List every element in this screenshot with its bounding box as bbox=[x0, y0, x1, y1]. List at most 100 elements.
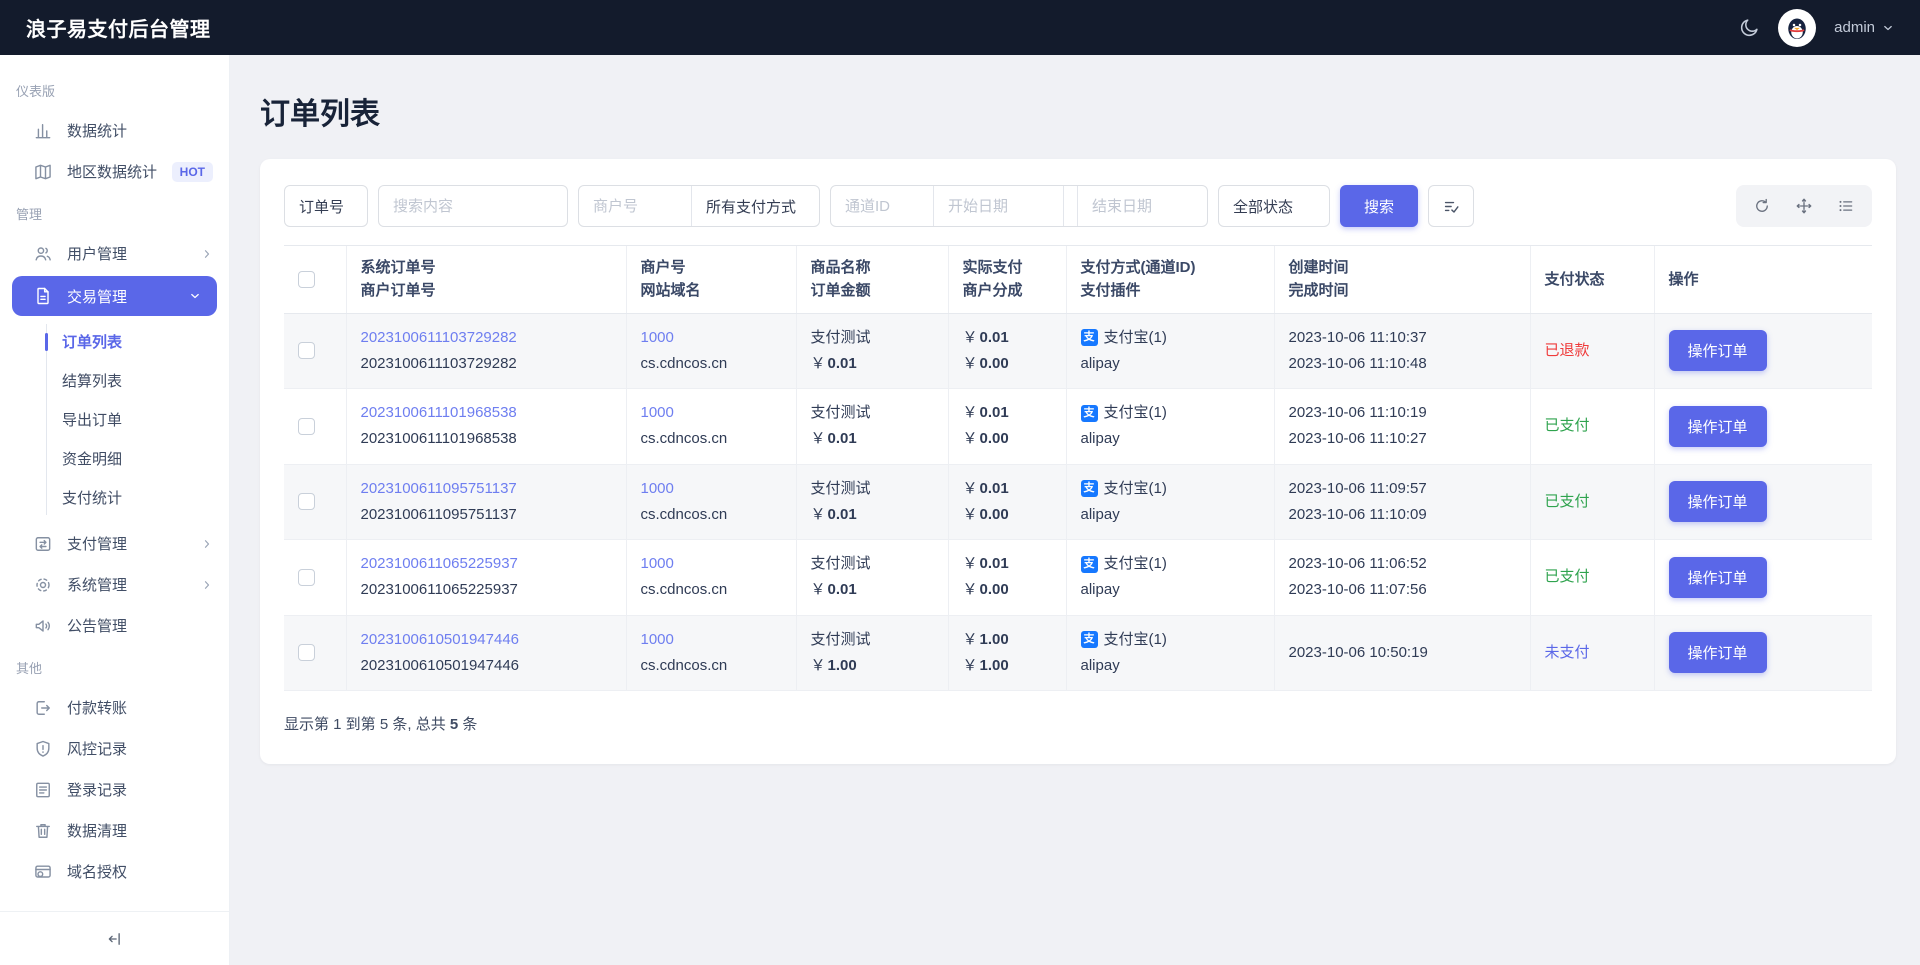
order-amount: ￥ 0.01 bbox=[810, 505, 857, 523]
submenu-order-list[interactable]: 订单列表 bbox=[0, 322, 229, 361]
created-time: 2023-10-06 11:09:57 bbox=[1288, 479, 1427, 497]
completed-time: 2023-10-06 11:07:56 bbox=[1288, 581, 1427, 599]
sidebar-item-region-stats[interactable]: 地区数据统计 HOT bbox=[0, 151, 229, 192]
merch-order: 2023100611103729282 bbox=[360, 354, 517, 372]
keyword-input[interactable] bbox=[378, 185, 568, 227]
user-menu[interactable]: admin bbox=[1834, 19, 1894, 36]
advanced-filter-button[interactable] bbox=[1428, 185, 1475, 227]
user-avatar[interactable] bbox=[1778, 8, 1817, 47]
site-domain: cs.cdncos.cn bbox=[640, 430, 728, 448]
sidebar-item-data-clean[interactable]: 数据清理 bbox=[0, 810, 229, 851]
row-checkbox[interactable] bbox=[298, 568, 315, 586]
shield-icon bbox=[33, 739, 53, 759]
sys-order-link[interactable]: 2023100610501947446 bbox=[361, 627, 612, 653]
sidebar-item-pay-manage[interactable]: 支付管理 bbox=[0, 523, 229, 564]
sys-order-link[interactable]: 2023100611103729282 bbox=[361, 325, 612, 351]
alipay-icon: 支 bbox=[1080, 404, 1098, 422]
merchant-input[interactable] bbox=[579, 186, 691, 226]
sidebar-item-label: 登录记录 bbox=[67, 782, 128, 799]
sys-order-link[interactable]: 2023100611095751137 bbox=[361, 476, 612, 502]
sidebar-item-risk-log[interactable]: 风控记录 bbox=[0, 728, 229, 769]
sidebar: 仪表版 数据统计 地区数据统计 HOT 管理 用户管理 交易管理 订单列表 结算… bbox=[0, 55, 230, 965]
col-sys-order: 系统订单号 bbox=[360, 259, 436, 276]
operate-order-button[interactable]: 操作订单 bbox=[1668, 330, 1767, 372]
merchant-id-link[interactable]: 1000 bbox=[641, 551, 782, 577]
pay-method-select[interactable]: 所有支付方式 bbox=[691, 186, 819, 226]
transfer-icon bbox=[33, 534, 53, 554]
hot-badge: HOT bbox=[171, 161, 213, 182]
filter-icon bbox=[1442, 197, 1461, 216]
table-row: 2023100611103729282 2023100611103729282 … bbox=[284, 313, 1872, 389]
refresh-icon[interactable] bbox=[1742, 189, 1782, 223]
submenu-export-orders[interactable]: 导出订单 bbox=[0, 400, 229, 439]
pay-plugin: alipay bbox=[1080, 505, 1120, 523]
submenu-label: 资金明细 bbox=[62, 451, 123, 468]
document-icon bbox=[33, 286, 53, 306]
created-time: 2023-10-06 10:50:19 bbox=[1288, 643, 1428, 661]
channel-id-input[interactable] bbox=[831, 186, 933, 226]
search-button[interactable]: 搜索 bbox=[1340, 185, 1419, 227]
submenu-fund-detail[interactable]: 资金明细 bbox=[0, 439, 229, 478]
end-date-input[interactable] bbox=[1077, 186, 1207, 226]
payout-icon bbox=[33, 698, 53, 718]
columns-list-icon[interactable] bbox=[1826, 189, 1866, 223]
submenu-pay-stats[interactable]: 支付统计 bbox=[0, 478, 229, 517]
alipay-icon: 支 bbox=[1080, 480, 1098, 498]
order-field-select[interactable]: 订单号 bbox=[284, 185, 368, 227]
submenu-settle-list[interactable]: 结算列表 bbox=[0, 361, 229, 400]
sys-order-link[interactable]: 2023100611065225937 bbox=[361, 551, 612, 577]
merchant-id-link[interactable]: 1000 bbox=[641, 325, 782, 351]
sys-order-link[interactable]: 2023100611101968538 bbox=[361, 400, 612, 426]
sidebar-section-manage: 管理 bbox=[16, 207, 43, 222]
select-all-checkbox[interactable] bbox=[298, 270, 315, 288]
completed-time: 2023-10-06 11:10:48 bbox=[1288, 354, 1427, 372]
sidebar-item-label: 系统管理 bbox=[67, 577, 128, 594]
merchant-method-group: 所有支付方式 bbox=[578, 185, 820, 227]
row-checkbox[interactable] bbox=[298, 342, 315, 360]
alipay-icon: 支 bbox=[1080, 631, 1098, 649]
merchant-id-link[interactable]: 1000 bbox=[641, 627, 782, 653]
completed-time: 2023-10-06 11:10:09 bbox=[1288, 505, 1427, 523]
active-indicator bbox=[45, 332, 48, 351]
row-checkbox[interactable] bbox=[298, 644, 315, 662]
col-action: 操作 bbox=[1668, 270, 1699, 288]
sidebar-item-announcement[interactable]: 公告管理 bbox=[0, 605, 229, 646]
operate-order-button[interactable]: 操作订单 bbox=[1668, 632, 1767, 674]
sidebar-item-login-log[interactable]: 登录记录 bbox=[0, 769, 229, 810]
created-time: 2023-10-06 11:10:37 bbox=[1288, 328, 1427, 346]
main-content: 订单列表 订单号 所有支付方式 全部状态 搜索 bbox=[230, 55, 1920, 965]
domain-icon bbox=[33, 862, 53, 882]
pay-plugin: alipay bbox=[1080, 656, 1120, 674]
sidebar-item-user-manage[interactable]: 用户管理 bbox=[0, 233, 229, 274]
merchant-id-link[interactable]: 1000 bbox=[641, 400, 782, 426]
sidebar-collapse-button[interactable] bbox=[0, 911, 229, 965]
merchant-id-link[interactable]: 1000 bbox=[641, 476, 782, 502]
sidebar-item-data-stats[interactable]: 数据统计 bbox=[0, 110, 229, 151]
sidebar-item-system-manage[interactable]: 系统管理 bbox=[0, 564, 229, 605]
sidebar-item-trade-manage[interactable]: 交易管理 bbox=[12, 276, 217, 316]
status-badge: 已退款 bbox=[1544, 341, 1590, 359]
merch-order: 2023100611095751137 bbox=[360, 505, 517, 523]
bar-chart-icon bbox=[33, 121, 53, 141]
row-checkbox[interactable] bbox=[298, 417, 315, 435]
sidebar-item-label: 域名授权 bbox=[67, 864, 128, 881]
operate-order-button[interactable]: 操作订单 bbox=[1668, 556, 1767, 598]
trade-submenu: 订单列表 结算列表 导出订单 资金明细 支付统计 bbox=[0, 318, 229, 523]
table-row: 2023100611065225937 2023100611065225937 … bbox=[284, 539, 1872, 616]
operate-order-button[interactable]: 操作订单 bbox=[1668, 481, 1767, 523]
status-badge: 已支付 bbox=[1544, 568, 1590, 586]
fullscreen-move-icon[interactable] bbox=[1784, 189, 1824, 223]
product-name: 支付测试 bbox=[810, 555, 871, 572]
sidebar-item-label: 付款转账 bbox=[67, 700, 128, 717]
sidebar-item-domain-auth[interactable]: 域名授权 bbox=[0, 851, 229, 892]
row-checkbox[interactable] bbox=[298, 493, 315, 511]
status-select[interactable]: 全部状态 bbox=[1218, 185, 1330, 227]
col-status: 支付状态 bbox=[1544, 270, 1605, 288]
operate-order-button[interactable]: 操作订单 bbox=[1668, 405, 1767, 447]
sidebar-item-payout[interactable]: 付款转账 bbox=[0, 687, 229, 728]
share-amount: ￥ 0.00 bbox=[962, 505, 1009, 523]
theme-moon-icon[interactable] bbox=[1738, 17, 1760, 39]
sidebar-item-label: 支付管理 bbox=[67, 536, 128, 553]
start-date-input[interactable] bbox=[933, 186, 1063, 226]
paid-amount: ￥ 0.01 bbox=[962, 555, 1009, 572]
